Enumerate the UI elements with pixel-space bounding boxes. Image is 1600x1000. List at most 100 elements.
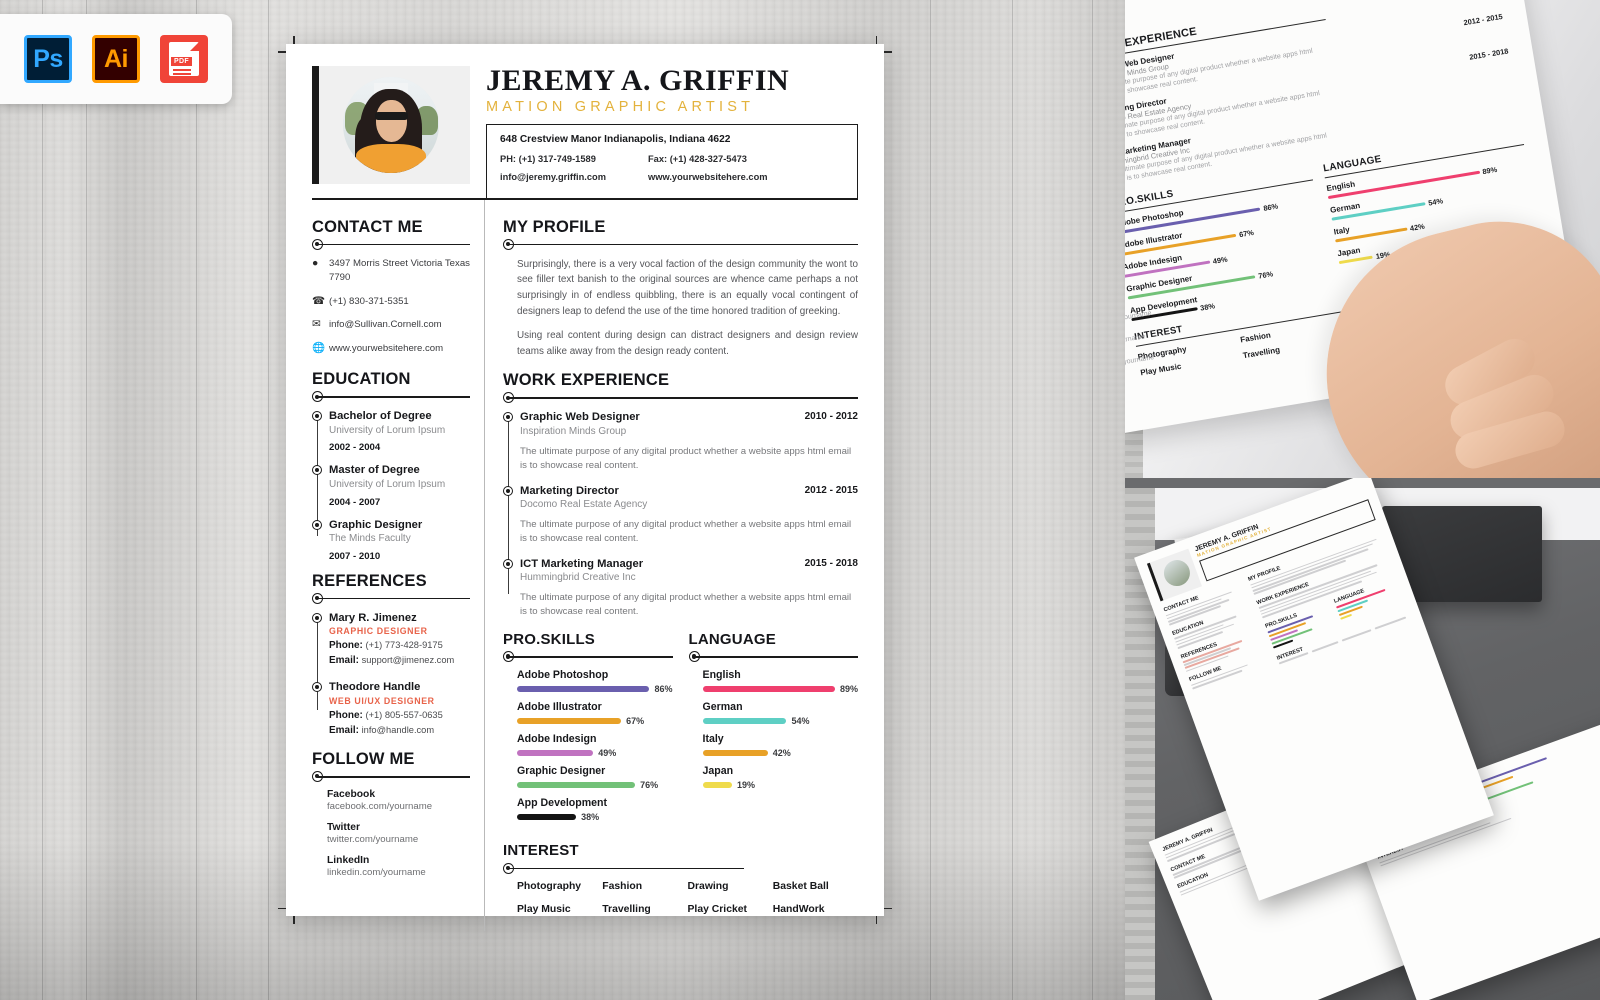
mockup-language-percent: 54% xyxy=(1427,196,1444,208)
left-column: CONTACT ME ● 3497 Morris Street Victoria… xyxy=(312,200,484,931)
mockup-held-card: WORK EXPERIENCE Graphic Web Designer Ins… xyxy=(1125,0,1600,478)
skill-bar xyxy=(517,814,577,820)
follow-facebook-url: facebook.com/yourname xyxy=(327,800,433,812)
education-rule xyxy=(312,391,470,403)
work-company: Inspiration Minds Group xyxy=(520,426,627,437)
work-item: Marketing Director Docomo Real Estate Ag… xyxy=(503,484,858,547)
interest-item: HandWork xyxy=(772,903,825,915)
reference-email-label: Email: xyxy=(329,655,360,667)
follow-item-facebook[interactable]: Facebook facebook.com/yourname xyxy=(312,789,470,812)
header-text-block: JEREMY A. GRIFFIN MATION GRAPHIC ARTIST … xyxy=(470,64,858,199)
mockup-skill-percent: 38% xyxy=(1199,301,1216,313)
contact-website-text[interactable]: www.yourwebsitehere.com xyxy=(329,342,443,357)
header-phone-fax-row: PH: (+1) 317-749-1589 Fax: (+1) 428-327-… xyxy=(500,154,844,164)
education-school: University of Lorum Ipsum xyxy=(329,424,446,436)
language-item: Italy 42% xyxy=(689,733,859,758)
education-school: The Minds Faculty xyxy=(329,533,411,545)
sunglasses-icon xyxy=(374,111,409,121)
work-description: The ultimate purpose of any digital prod… xyxy=(520,445,852,472)
follow-twitter-name: Twitter xyxy=(327,821,360,833)
reference-email-value[interactable]: info@handle.com xyxy=(362,725,435,735)
reference-name: Theodore Handle xyxy=(329,681,421,694)
right-column: MY PROFILE Surprisingly, there is a very… xyxy=(485,200,858,931)
contact-item-email: ✉ info@Sullivan.Cornell.com xyxy=(312,318,470,333)
timeline-dot-icon xyxy=(503,558,513,569)
language-bar xyxy=(702,782,733,788)
reference-email-label: Email: xyxy=(329,724,360,736)
header-website[interactable]: www.yourwebsitehere.com xyxy=(648,172,768,182)
contact-email-text[interactable]: info@Sullivan.Cornell.com xyxy=(329,318,442,333)
section-pro-skills: PRO.SKILLS Adobe Photoshop 86% Adobe Ill… xyxy=(503,631,673,830)
work-item: Graphic Web Designer Inspiration Minds G… xyxy=(503,410,858,473)
software-format-badges: Ps Ai PDF xyxy=(0,14,232,104)
skill-name: Graphic Designer xyxy=(517,765,606,778)
work-description: The ultimate purpose of any digital prod… xyxy=(520,518,852,545)
profile-paragraph-2: Using real content during design can dis… xyxy=(517,330,858,357)
mockup-language-percent: 42% xyxy=(1409,221,1426,233)
mockup-work-date: 2015 - 2018 xyxy=(1468,46,1510,62)
language-item: Japan 19% xyxy=(689,765,859,790)
work-item: ICT Marketing Manager Hummingbrid Creati… xyxy=(503,557,858,620)
candidate-name: JEREMY A. GRIFFIN xyxy=(486,64,790,97)
resume-header: JEREMY A. GRIFFIN MATION GRAPHIC ARTIST … xyxy=(312,64,858,199)
illustrator-badge-label: Ai xyxy=(104,44,129,73)
follow-linkedin-url: linkedin.com/yourname xyxy=(327,866,426,878)
reference-phone-value: (+1) 773-428-9175 xyxy=(365,640,443,651)
language-percent: 89% xyxy=(839,684,858,695)
contact-item-phone: ☎ (+1) 830-371-5351 xyxy=(312,295,470,310)
phone-icon: ☎ xyxy=(312,294,326,307)
timeline-dot-icon xyxy=(503,485,513,496)
timeline-dot-icon xyxy=(312,519,322,530)
follow-twitter-url: twitter.com/yourname xyxy=(327,833,419,845)
education-school: University of Lorum Ipsum xyxy=(329,479,446,490)
skill-item: Adobe Illustrator 67% xyxy=(503,701,673,726)
work-experience-rule xyxy=(503,392,858,404)
header-email[interactable]: info@jeremy.griffin.com xyxy=(500,172,648,182)
reference-name: Mary R. Jimenez xyxy=(329,611,417,624)
profile-paragraph-1: Surprisingly, there is a very vocal fact… xyxy=(517,258,858,317)
skill-name: App Development xyxy=(517,797,608,810)
timeline-dot-icon xyxy=(312,411,322,422)
work-date: 2010 - 2012 xyxy=(804,411,858,423)
header-address: 648 Crestview Manor Indianapolis, Indian… xyxy=(500,133,731,145)
resume-page-wrapper: JEREMY A. GRIFFIN MATION GRAPHIC ARTIST … xyxy=(278,36,892,931)
reference-role: GRAPHIC DESIGNER xyxy=(329,626,428,637)
interest-item: Play Cricket xyxy=(687,903,748,915)
follow-item-twitter[interactable]: Twitter twitter.com/yourname xyxy=(312,822,470,845)
interest-item: Basket Ball xyxy=(772,880,829,892)
interest-grid: Photography Fashion Drawing Basket Ball … xyxy=(503,881,858,927)
contact-item-address: ● 3497 Morris Street Victoria Texas 7790 xyxy=(312,257,470,286)
interest-item: Fashion xyxy=(602,880,643,892)
timeline-dot-icon xyxy=(312,612,322,623)
education-degree: Master of Degree xyxy=(329,464,420,477)
education-item: Graphic Designer The Minds Faculty 2007 … xyxy=(312,518,470,562)
mockup-skill-percent: 49% xyxy=(1212,254,1229,266)
skill-name: Adobe Illustrator xyxy=(517,701,602,714)
resume-body: CONTACT ME ● 3497 Morris Street Victoria… xyxy=(312,199,858,931)
follow-item-linkedin[interactable]: LinkedIn linkedin.com/yourname xyxy=(312,855,470,878)
work-head-row: Marketing Director Docomo Real Estate Ag… xyxy=(520,484,858,512)
language-rule xyxy=(688,651,858,663)
reference-email-value[interactable]: support@jimenez.com xyxy=(362,655,455,665)
skill-percent: 38% xyxy=(581,812,600,823)
timeline-dot-icon xyxy=(312,465,322,476)
skill-bar xyxy=(517,750,594,756)
language-percent: 54% xyxy=(791,716,810,727)
education-timeline: Bachelor of Degree University of Lorum I… xyxy=(312,409,470,562)
section-contact-me: CONTACT ME ● 3497 Morris Street Victoria… xyxy=(312,218,470,357)
skills-language-row: PRO.SKILLS Adobe Photoshop 86% Adobe Ill… xyxy=(503,631,859,830)
photo-accent-bar xyxy=(312,66,319,184)
section-my-profile: MY PROFILE Surprisingly, there is a very… xyxy=(503,218,858,360)
language-bar xyxy=(702,686,835,692)
work-experience-title: WORK EXPERIENCE xyxy=(503,371,670,390)
language-bar xyxy=(702,750,768,756)
reference-phone-label: Phone: xyxy=(329,640,363,652)
header-email-web-row: info@jeremy.griffin.com www.yourwebsiteh… xyxy=(500,172,844,182)
work-company: Hummingbrid Creative Inc xyxy=(520,572,636,584)
contact-me-rule xyxy=(312,238,470,250)
mockup-desk-scene: JEREMY A. GRIFFIN CONTACT ME EDUCATION I… xyxy=(1125,478,1600,1000)
pdf-badge-label: PDF xyxy=(171,57,192,66)
reference-item: Mary R. Jimenez GRAPHIC DESIGNER Phone: … xyxy=(312,611,470,667)
envelope-icon: ✉ xyxy=(312,318,321,331)
header-fax: Fax: (+1) 428-327-5473 xyxy=(648,153,747,164)
